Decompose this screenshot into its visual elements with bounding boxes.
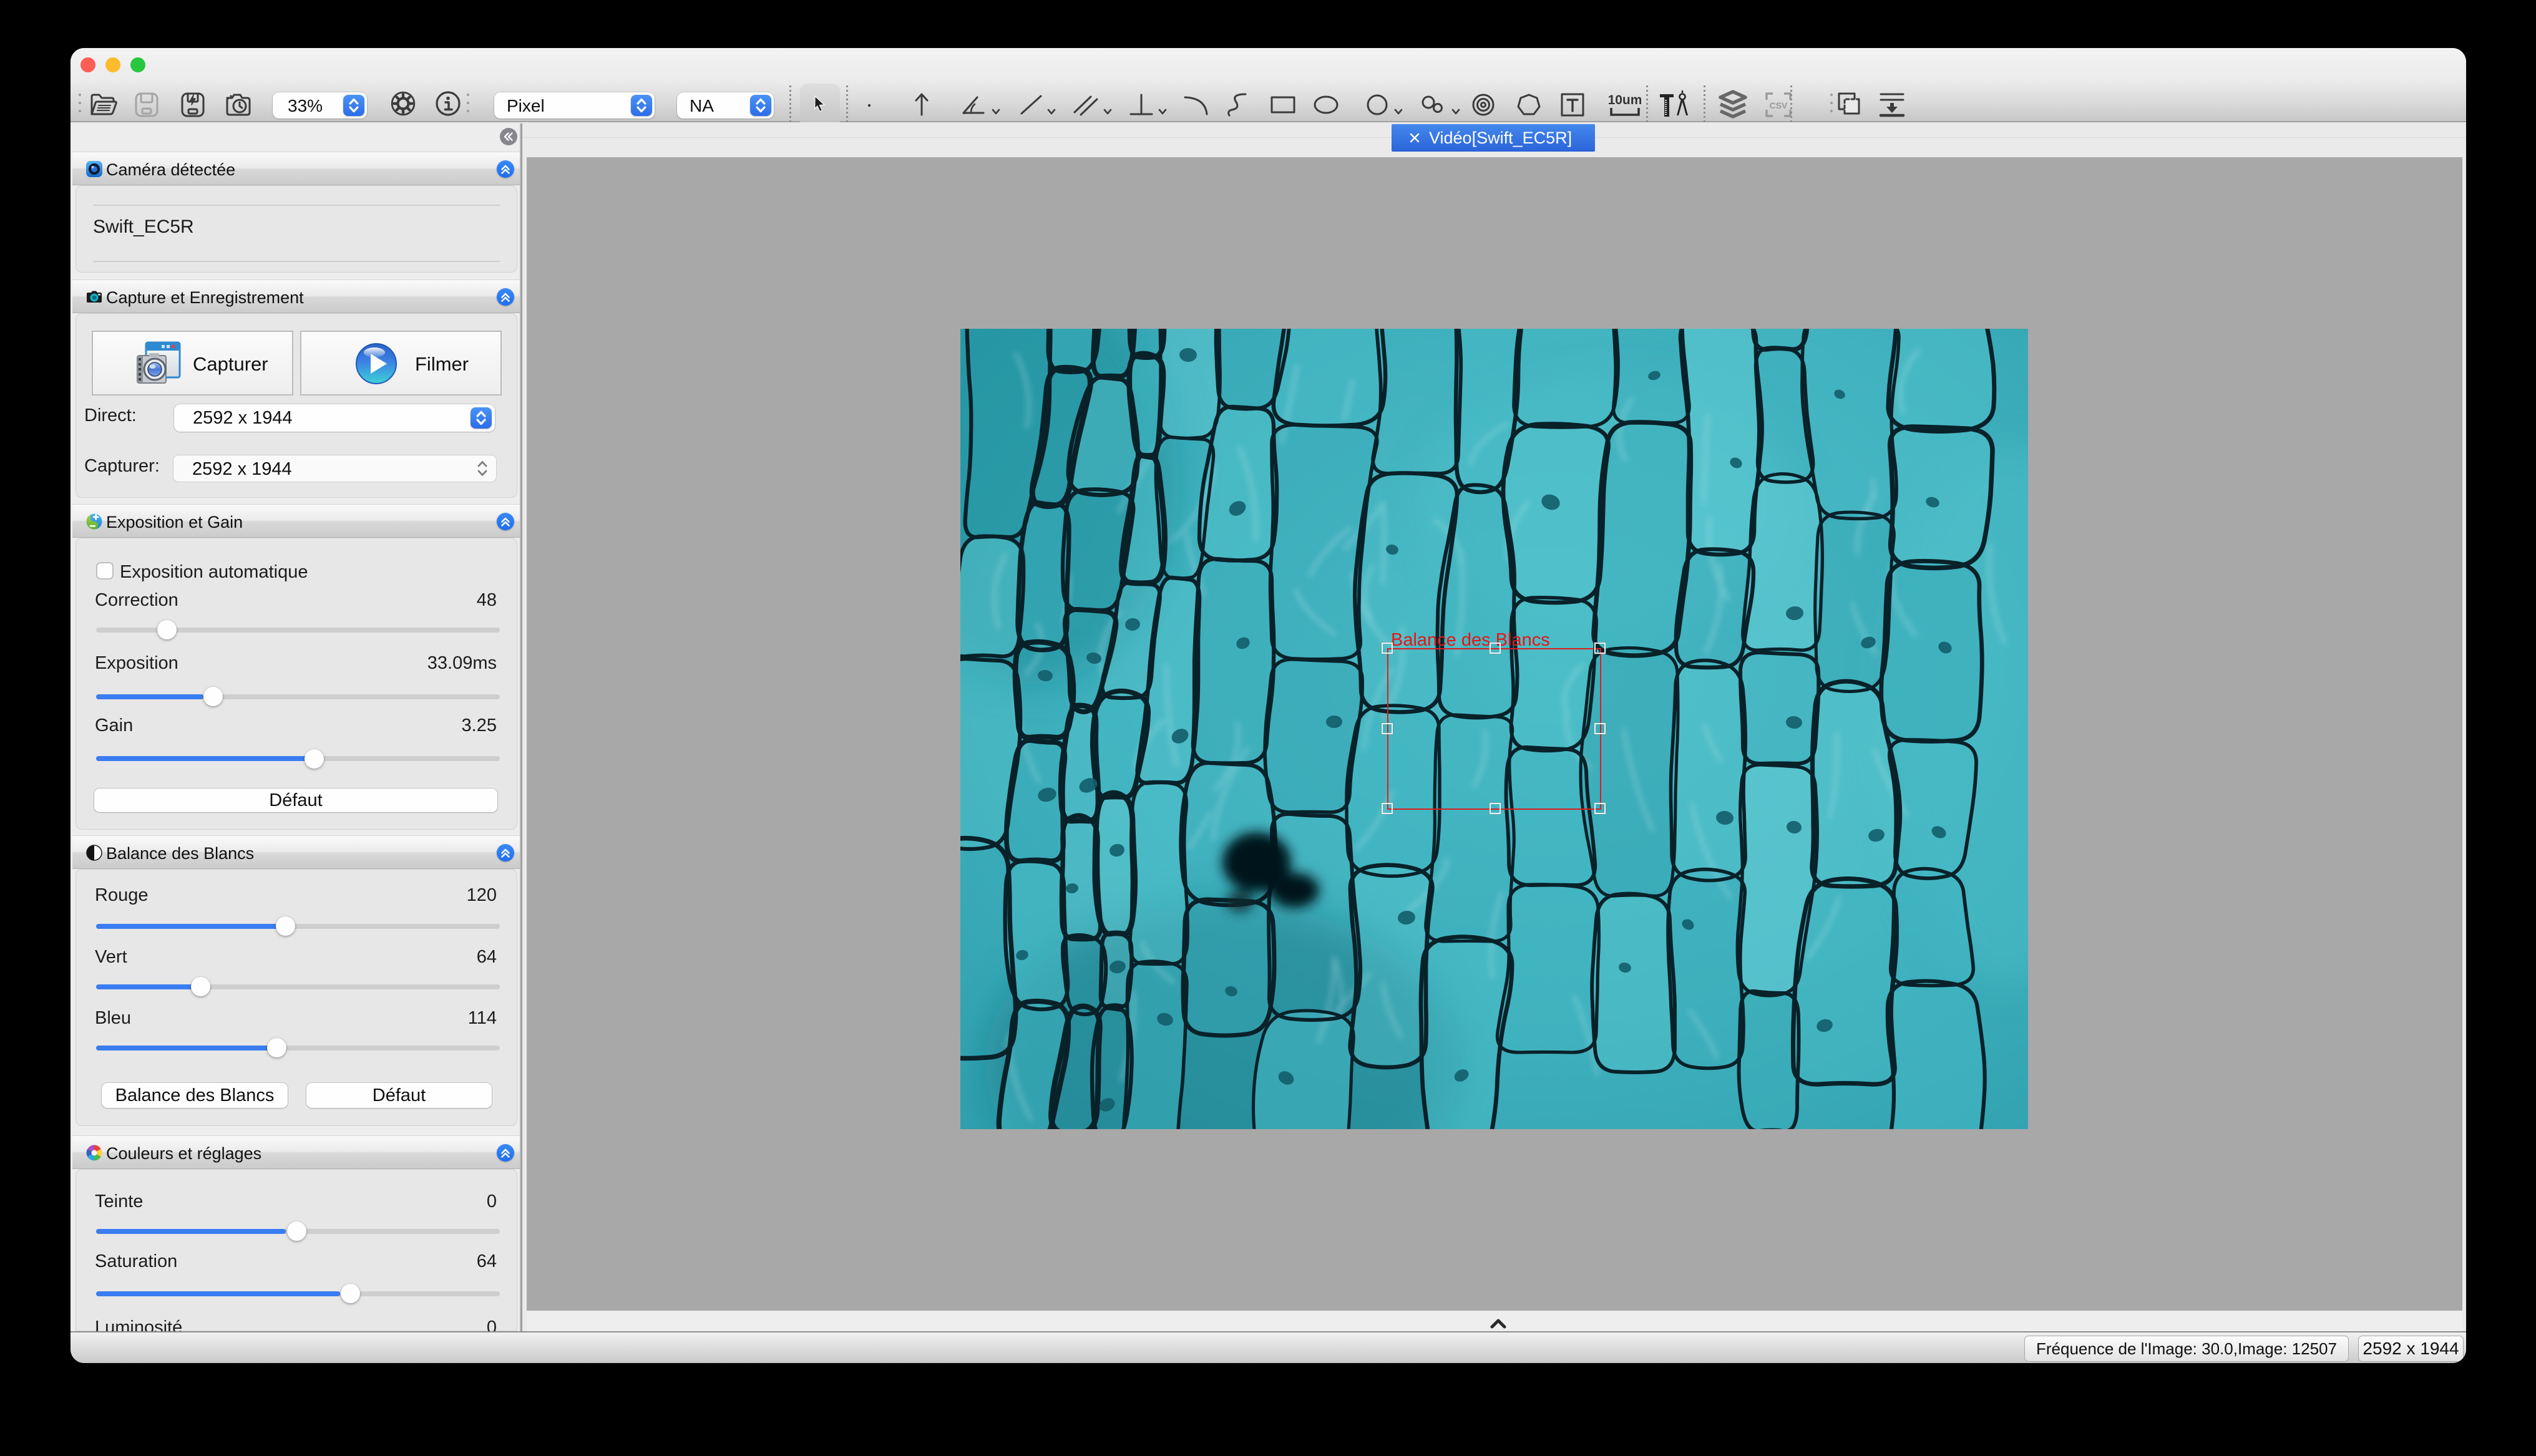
svg-text:CSV: CSV bbox=[1770, 100, 1788, 110]
svg-text:10um: 10um bbox=[1609, 93, 1641, 107]
